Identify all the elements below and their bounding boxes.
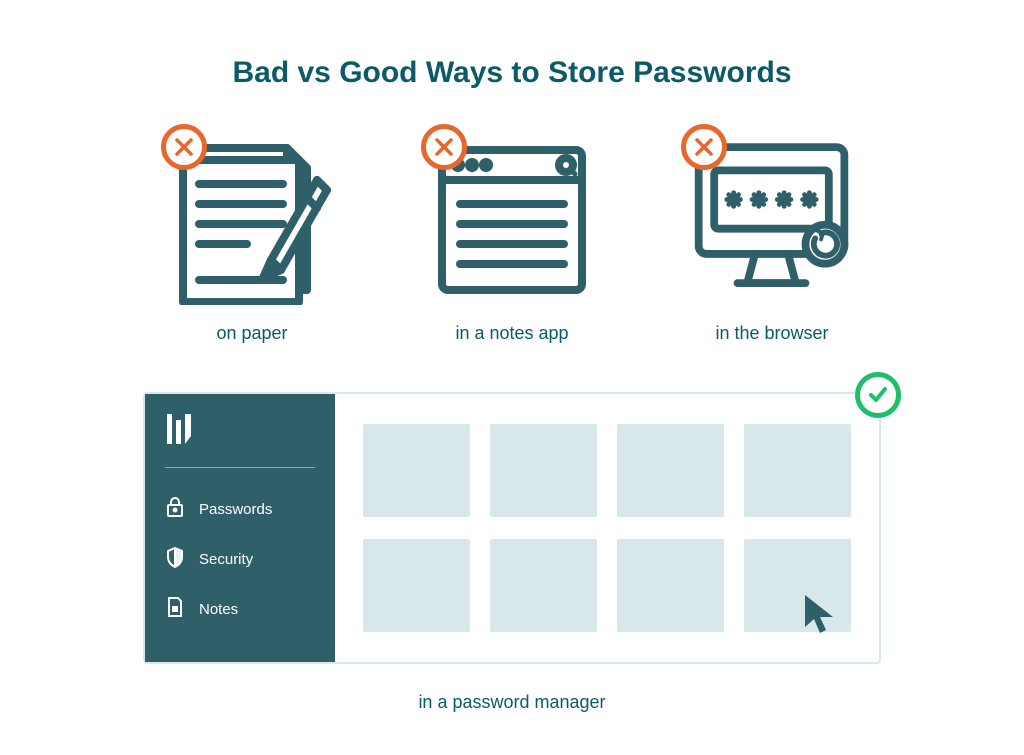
pm-card[interactable] bbox=[617, 539, 724, 632]
x-badge-icon bbox=[161, 124, 207, 170]
pm-card[interactable] bbox=[490, 539, 597, 632]
pm-card[interactable] bbox=[363, 539, 470, 632]
sidebar-divider bbox=[165, 467, 315, 468]
bad-option-paper: on paper bbox=[167, 130, 337, 344]
bad-option-notes-app: in a notes app bbox=[427, 130, 597, 344]
shield-icon bbox=[165, 546, 185, 572]
cursor-icon bbox=[801, 591, 841, 640]
bad-option-label: in the browser bbox=[715, 323, 828, 344]
good-option-label: in a password manager bbox=[418, 692, 605, 713]
pm-card[interactable] bbox=[744, 424, 851, 517]
page-title: Bad vs Good Ways to Store Passwords bbox=[0, 0, 1024, 90]
pm-card[interactable] bbox=[490, 424, 597, 517]
sidebar-item-label: Passwords bbox=[199, 501, 272, 518]
lock-icon bbox=[165, 496, 185, 522]
sidebar-item-label: Security bbox=[199, 551, 253, 568]
sidebar-item-security[interactable]: Security bbox=[165, 546, 315, 572]
pm-content-grid bbox=[335, 394, 879, 662]
bad-option-label: in a notes app bbox=[455, 323, 568, 344]
sidebar-item-passwords[interactable]: Passwords bbox=[165, 496, 315, 522]
note-file-icon bbox=[165, 596, 185, 622]
sidebar-item-label: Notes bbox=[199, 601, 238, 618]
bad-option-label: on paper bbox=[216, 323, 287, 344]
pm-sidebar: Passwords Security Notes bbox=[145, 394, 335, 662]
pm-card[interactable] bbox=[617, 424, 724, 517]
pm-logo-icon bbox=[165, 414, 315, 449]
x-badge-icon bbox=[681, 124, 727, 170]
good-option-row: Passwords Security Notes bbox=[0, 392, 1024, 713]
bad-options-row: on paper bbox=[0, 130, 1024, 344]
pm-card[interactable] bbox=[363, 424, 470, 517]
bad-option-browser: in the browser bbox=[687, 130, 857, 344]
password-manager-window: Passwords Security Notes bbox=[143, 392, 881, 664]
x-badge-icon bbox=[421, 124, 467, 170]
sidebar-item-notes[interactable]: Notes bbox=[165, 596, 315, 622]
